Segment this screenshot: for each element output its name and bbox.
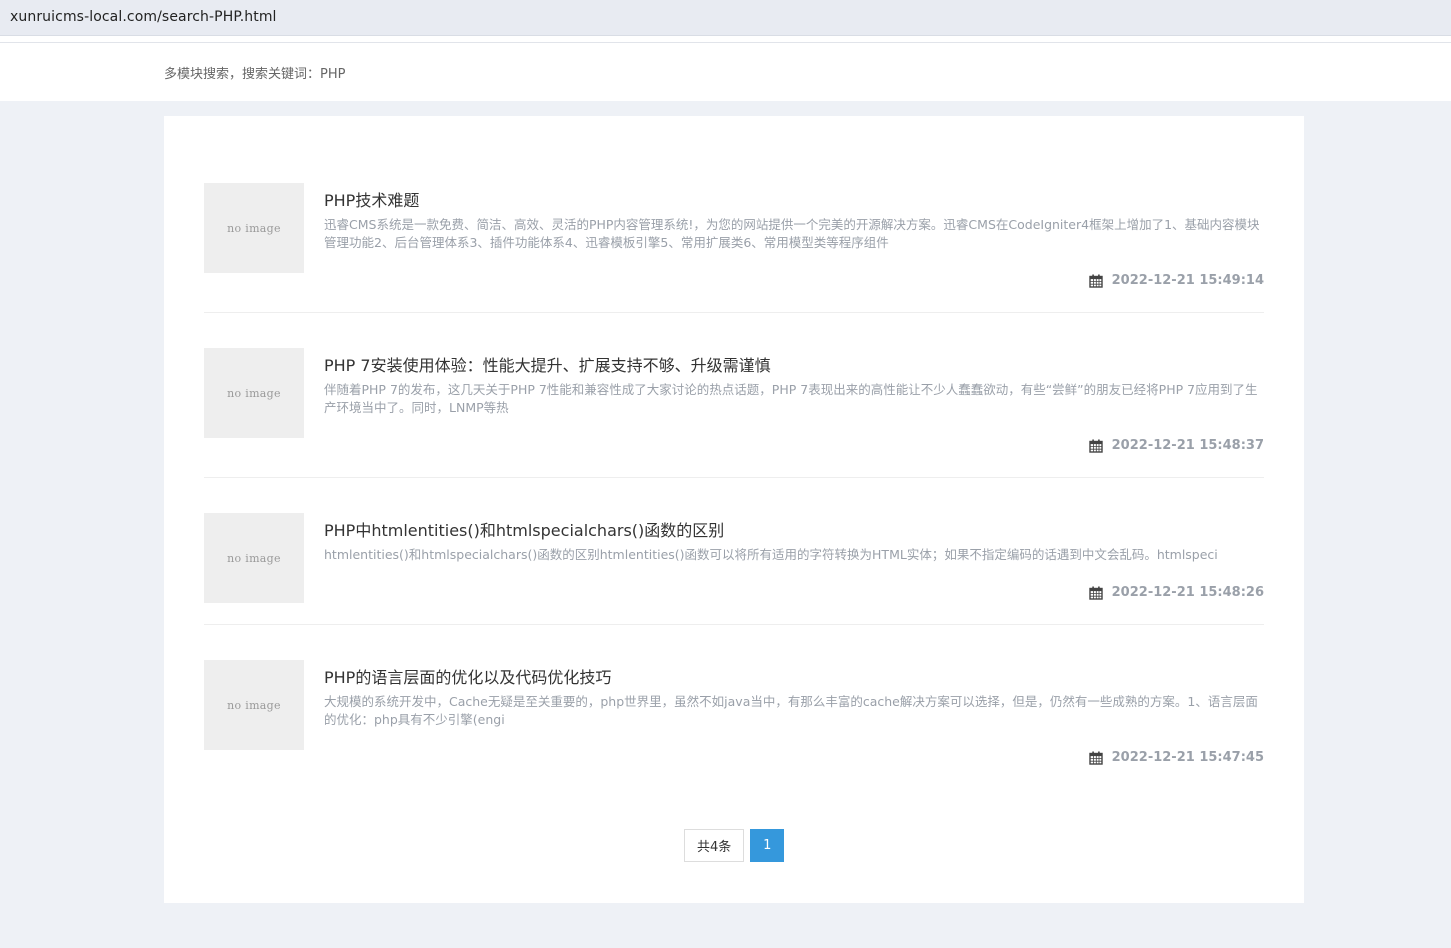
result-description: htmlentities()和htmlspecialchars()函数的区别ht… bbox=[324, 547, 1218, 562]
result-title-link[interactable]: PHP 7安装使用体验：性能大提升、扩展支持不够、升级需谨慎 bbox=[324, 352, 771, 376]
thumbnail-placeholder[interactable]: no image bbox=[204, 183, 304, 273]
result-title-link[interactable]: PHP的语言层面的优化以及代码优化技巧 bbox=[324, 664, 611, 688]
breadcrumb: 多模块搜索，搜索关键词：PHP bbox=[164, 67, 346, 82]
list-item: no image PHP 7安装使用体验：性能大提升、扩展支持不够、升级需谨慎 … bbox=[204, 348, 1264, 478]
thumbnail-text: no image bbox=[227, 698, 281, 712]
result-date: 2022-12-21 15:47:45 bbox=[1088, 750, 1264, 765]
result-date: 2022-12-21 15:49:14 bbox=[1088, 273, 1264, 288]
result-date-text: 2022-12-21 15:48:26 bbox=[1111, 585, 1264, 600]
browser-toolbar-gap bbox=[0, 36, 1451, 43]
url-text[interactable]: xunruicms-local.com/search-PHP.html bbox=[10, 9, 277, 25]
thumbnail-placeholder[interactable]: no image bbox=[204, 660, 304, 750]
list-item: no image PHP中htmlentities()和htmlspecialc… bbox=[204, 513, 1264, 625]
result-description: 迅睿CMS系统是一款免费、简洁、高效、灵活的PHP内容管理系统!，为您的网站提供… bbox=[324, 217, 1260, 250]
pagination-total: 共4条 bbox=[684, 829, 745, 862]
page-header: 多模块搜索，搜索关键词：PHP bbox=[0, 43, 1451, 101]
search-results-panel: no image PHP技术难题 迅睿CMS系统是一款免费、简洁、高效、灵活的P… bbox=[164, 116, 1304, 903]
calendar-icon bbox=[1088, 274, 1103, 288]
browser-address-bar[interactable]: xunruicms-local.com/search-PHP.html bbox=[0, 0, 1451, 36]
pagination-page-current[interactable]: 1 bbox=[750, 829, 785, 862]
calendar-icon bbox=[1088, 586, 1103, 600]
thumbnail-text: no image bbox=[227, 221, 281, 235]
result-title-link[interactable]: PHP技术难题 bbox=[324, 187, 419, 211]
result-date-text: 2022-12-21 15:49:14 bbox=[1111, 273, 1264, 288]
thumbnail-placeholder[interactable]: no image bbox=[204, 348, 304, 438]
list-item: no image PHP的语言层面的优化以及代码优化技巧 大规模的系统开发中，C… bbox=[204, 660, 1264, 772]
result-date-text: 2022-12-21 15:47:45 bbox=[1111, 750, 1264, 765]
calendar-icon bbox=[1088, 751, 1103, 765]
result-title-link[interactable]: PHP中htmlentities()和htmlspecialchars()函数的… bbox=[324, 517, 724, 541]
pagination: 共4条 1 bbox=[684, 829, 785, 862]
thumbnail-text: no image bbox=[227, 386, 281, 400]
list-item: no image PHP技术难题 迅睿CMS系统是一款免费、简洁、高效、灵活的P… bbox=[204, 183, 1264, 313]
result-description: 大规模的系统开发中，Cache无疑是至关重要的，php世界里，虽然不如java当… bbox=[324, 694, 1258, 727]
result-description: 伴随着PHP 7的发布，这几天关于PHP 7性能和兼容性成了大家讨论的热点话题，… bbox=[324, 382, 1258, 415]
thumbnail-text: no image bbox=[227, 551, 281, 565]
calendar-icon bbox=[1088, 439, 1103, 453]
result-date: 2022-12-21 15:48:37 bbox=[1088, 438, 1264, 453]
thumbnail-placeholder[interactable]: no image bbox=[204, 513, 304, 603]
result-date-text: 2022-12-21 15:48:37 bbox=[1111, 438, 1264, 453]
result-date: 2022-12-21 15:48:26 bbox=[1088, 585, 1264, 600]
